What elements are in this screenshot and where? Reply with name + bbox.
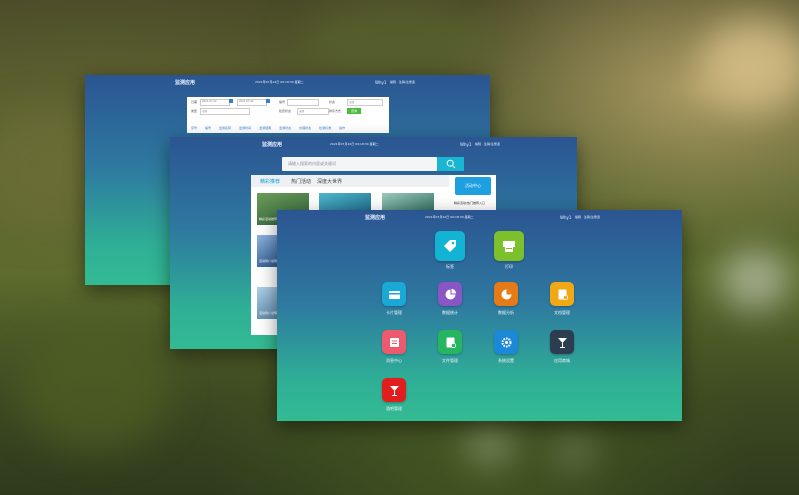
user-links[interactable]: 编辑 · 注销/注册退 [390, 80, 415, 84]
app-label: 卡片管理 [386, 310, 402, 315]
top-bar: 监测应用 2021年07月22日 09:18:30 星期二 Why1 编辑 · … [170, 137, 577, 151]
column-header: 监测时间 [239, 126, 252, 130]
app-print[interactable] [494, 231, 524, 261]
card-caption: 活动简介说明 [259, 311, 278, 315]
check-select[interactable]: 全部 [297, 108, 329, 115]
column-header: 处理状态 [299, 126, 312, 130]
calendar-icon[interactable] [266, 99, 270, 103]
status-select[interactable]: 全部 [347, 99, 383, 106]
side-badge[interactable]: 活动中心 [455, 177, 491, 195]
column-header: 监测结果 [259, 126, 272, 130]
column-header: 检测标准 [319, 126, 332, 130]
app-label: 酒吧管理 [386, 406, 402, 411]
card-icon [388, 290, 400, 299]
column-header: 操作 [339, 126, 346, 130]
app-label: 打印 [505, 264, 513, 269]
datetime: 2021年07月22日 09:18:30 星期二 [330, 142, 379, 146]
top-bar: 监测应用 2021年07月22日 09:18:30 星期二 Why1 编辑 · … [85, 75, 490, 89]
app-docs[interactable] [550, 282, 574, 306]
label-type: 类型 [191, 109, 198, 113]
pie-chart-icon [501, 289, 511, 299]
window-front[interactable]: 监测应用 2021年07月22日 09:18:30 星期二 Why1 编辑 · … [277, 210, 682, 421]
gear-icon [501, 337, 511, 347]
app-store[interactable] [550, 330, 574, 354]
user-name[interactable]: Why1 [375, 80, 386, 85]
tab-recommend[interactable]: 精彩推荐 [260, 178, 280, 185]
app-title: 监测应用 [262, 141, 283, 148]
app-label: 数据统计 [442, 310, 458, 315]
document-icon [558, 289, 568, 300]
column-header: 监测状态 [279, 126, 292, 130]
app-title: 监测应用 [175, 79, 196, 86]
date-to-input[interactable]: 2021-07-22 [237, 99, 267, 106]
cocktail-icon [389, 385, 399, 396]
user-name[interactable]: Why1 [560, 215, 571, 220]
tab-hot[interactable]: 热门活动 [291, 178, 311, 185]
search-button[interactable] [437, 157, 464, 171]
search-icon [446, 159, 455, 169]
label-date: 日期 [191, 100, 198, 104]
user-links[interactable]: 编辑 · 注销/注册退 [575, 215, 600, 219]
app-files[interactable] [438, 330, 462, 354]
side-link[interactable]: 精彩活动/热门推荐入口 [454, 201, 485, 205]
card-caption: 精彩活动推荐 [259, 217, 278, 221]
app-title: 监测应用 [365, 214, 386, 221]
app-message[interactable] [382, 330, 406, 354]
pie-chart-icon [445, 288, 456, 299]
app-label: 标签 [446, 264, 454, 269]
app-label: 文件管理 [442, 358, 458, 363]
label-status: 状态 [329, 100, 336, 104]
message-icon [389, 337, 399, 347]
user-links[interactable]: 编辑 · 注销/注册退 [475, 142, 500, 146]
query-button[interactable]: 查询 [347, 108, 361, 114]
app-tag[interactable] [435, 231, 465, 261]
top-bar: 监测应用 2021年07月22日 09:18:30 星期二 Why1 编辑 · … [277, 210, 682, 224]
app-label: 应用商城 [554, 358, 570, 363]
app-label: 文档管理 [554, 310, 570, 315]
column-header: 监测名称 [219, 126, 232, 130]
datetime: 2021年07月22日 09:18:30 星期二 [255, 80, 304, 84]
column-header: 编号 [205, 126, 212, 130]
label-check: 检查状态 [279, 109, 292, 113]
printer-icon [503, 241, 515, 252]
app-bar[interactable] [382, 378, 406, 402]
app-label: 数据分析 [498, 310, 514, 315]
label-sort: 排序方式 [329, 109, 342, 113]
cocktail-icon [557, 337, 567, 348]
date-from-input[interactable]: 2021-07-22 [200, 99, 230, 106]
datetime: 2021年07月22日 09:18:30 星期二 [425, 215, 474, 219]
column-header: 序号 [191, 126, 198, 130]
app-settings[interactable] [494, 330, 518, 354]
tab-world[interactable]: 深度大世界 [317, 178, 342, 185]
app-label: 系统设置 [498, 358, 514, 363]
app-stats[interactable] [438, 282, 462, 306]
type-select[interactable]: 全部 [200, 108, 250, 115]
calendar-icon[interactable] [229, 99, 233, 103]
card-caption: 活动简介说明 [259, 259, 278, 263]
code-input[interactable] [287, 99, 319, 106]
user-name[interactable]: Why1 [460, 142, 471, 147]
label-code: 编号 [279, 100, 286, 104]
app-label: 消息中心 [386, 358, 402, 363]
search-input[interactable]: 请输入搜索的内容或关键词 [282, 157, 437, 171]
tab-bar: 精彩推荐 热门活动 深度大世界 [251, 175, 449, 187]
document-add-icon [446, 337, 456, 348]
table-header-panel: 序号 编号 监测名称 监测时间 监测结果 监测状态 处理状态 检测标准 操作 [187, 123, 389, 133]
app-analysis[interactable] [494, 282, 518, 306]
tag-icon [444, 240, 456, 252]
app-card[interactable] [382, 282, 406, 306]
